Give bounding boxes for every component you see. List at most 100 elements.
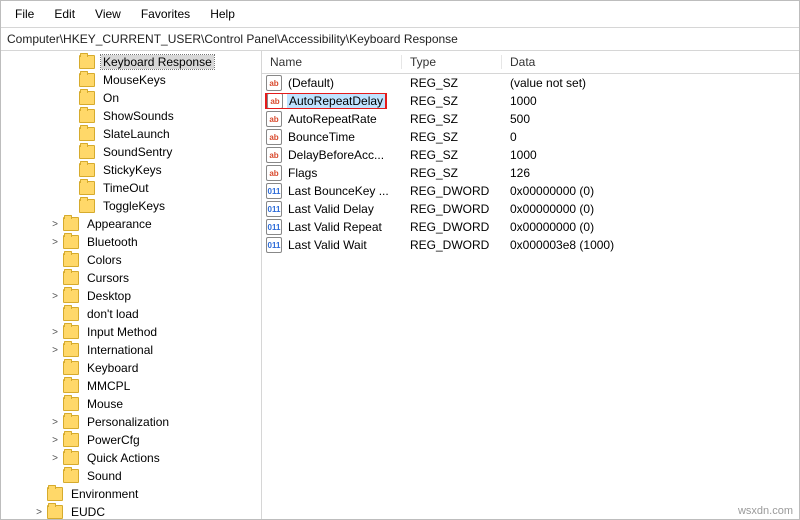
tree-node-label: PowerCfg [85, 433, 142, 447]
tree-node-label: Desktop [85, 289, 133, 303]
value-row[interactable]: abDelayBeforeAcc...REG_SZ1000 [262, 146, 799, 164]
menu-file[interactable]: File [5, 5, 44, 23]
folder-icon [63, 253, 79, 267]
folder-icon [63, 451, 79, 465]
column-header-name[interactable]: Name [262, 55, 402, 69]
menu-view[interactable]: View [85, 5, 131, 23]
cell-name: 011 Last BounceKey ... [262, 183, 402, 199]
value-data: 1000 [502, 94, 799, 108]
address-text: Computer\HKEY_CURRENT_USER\Control Panel… [7, 32, 458, 46]
cell-name: abAutoRepeatDelay [262, 93, 402, 109]
twisty-spacer: · [65, 57, 77, 68]
tree-node[interactable]: ·don't load [1, 305, 261, 323]
value-row[interactable]: abBounceTimeREG_SZ0 [262, 128, 799, 146]
cell-name: 011 Last Valid Delay [262, 201, 402, 217]
tree-node[interactable]: ·StickyKeys [1, 161, 261, 179]
value-data: 500 [502, 112, 799, 126]
name-wrap: 011 Last Valid Delay [266, 201, 376, 217]
tree-node-label: Bluetooth [85, 235, 140, 249]
folder-icon [63, 433, 79, 447]
folder-icon [47, 505, 63, 519]
expand-icon[interactable]: > [49, 345, 61, 356]
tree-node[interactable]: ·MMCPL [1, 377, 261, 395]
value-data: 1000 [502, 148, 799, 162]
tree-node[interactable]: ·Environment [1, 485, 261, 503]
value-row[interactable]: 011Last BounceKey ...REG_DWORD0x00000000… [262, 182, 799, 200]
value-row[interactable]: 011Last Valid RepeatREG_DWORD0x00000000 … [262, 218, 799, 236]
folder-icon [63, 343, 79, 357]
tree-node-label: Appearance [85, 217, 154, 231]
value-name: Last Valid Wait [286, 238, 369, 252]
menu-help[interactable]: Help [200, 5, 245, 23]
column-header-type[interactable]: Type [402, 55, 502, 69]
folder-icon [63, 271, 79, 285]
tree-node[interactable]: >Personalization [1, 413, 261, 431]
dword-value-icon: 011 [266, 201, 282, 217]
value-row[interactable]: 011Last Valid DelayREG_DWORD0x00000000 (… [262, 200, 799, 218]
value-data: 0x000003e8 (1000) [502, 238, 799, 252]
expand-icon[interactable]: > [49, 327, 61, 338]
tree-node-label: Input Method [85, 325, 159, 339]
value-name: Last Valid Delay [286, 202, 376, 216]
tree-node-label: Colors [85, 253, 124, 267]
value-row[interactable]: abFlagsREG_SZ126 [262, 164, 799, 182]
column-headers: Name Type Data [262, 51, 799, 74]
expand-icon[interactable]: > [49, 237, 61, 248]
tree-node-label: ToggleKeys [101, 199, 167, 213]
expand-icon[interactable]: > [49, 435, 61, 446]
tree-node[interactable]: > Desktop [1, 287, 261, 305]
tree-node[interactable]: > Input Method [1, 323, 261, 341]
value-row[interactable]: abAutoRepeatRateREG_SZ500 [262, 110, 799, 128]
twisty-spacer: · [49, 399, 61, 410]
tree-node[interactable]: · Cursors [1, 269, 261, 287]
value-row[interactable]: ab(Default)REG_SZ(value not set) [262, 74, 799, 92]
twisty-spacer: · [65, 183, 77, 194]
expand-icon[interactable]: > [49, 417, 61, 428]
column-header-data[interactable]: Data [502, 55, 799, 69]
tree-node[interactable]: >Quick Actions [1, 449, 261, 467]
expand-icon[interactable]: > [49, 453, 61, 464]
tree-node[interactable]: > Appearance [1, 215, 261, 233]
value-row[interactable]: 011Last Valid WaitREG_DWORD0x000003e8 (1… [262, 236, 799, 254]
tree-node-label: StickyKeys [101, 163, 164, 177]
cell-name: 011Last Valid Wait [262, 237, 402, 253]
menu-favorites[interactable]: Favorites [131, 5, 200, 23]
tree-node[interactable]: ·Mouse [1, 395, 261, 413]
value-name: AutoRepeatDelay [287, 94, 385, 108]
tree-node[interactable]: ·Keyboard [1, 359, 261, 377]
tree-node[interactable]: ·ShowSounds [1, 107, 261, 125]
tree-node[interactable]: > PowerCfg [1, 431, 261, 449]
value-row[interactable]: abAutoRepeatDelayREG_SZ1000 [262, 92, 799, 110]
tree-node[interactable]: ·On [1, 89, 261, 107]
tree-node[interactable]: ·Keyboard Response [1, 53, 261, 71]
expand-icon[interactable]: > [49, 219, 61, 230]
main-body: ·Keyboard Response·MouseKeys·On·ShowSoun… [1, 51, 799, 519]
dword-value-icon: 011 [266, 183, 282, 199]
cell-name: abBounceTime [262, 129, 402, 145]
value-rows[interactable]: ab(Default)REG_SZ(value not set)abAutoRe… [262, 74, 799, 519]
menu-edit[interactable]: Edit [44, 5, 85, 23]
tree-node[interactable]: ·Colors [1, 251, 261, 269]
tree-node[interactable]: ·Sound [1, 467, 261, 485]
cell-name: abFlags [262, 165, 402, 181]
folder-icon [79, 163, 95, 177]
tree-node[interactable]: ·SlateLaunch [1, 125, 261, 143]
tree-node[interactable]: >EUDC [1, 503, 261, 519]
tree-node[interactable]: >International [1, 341, 261, 359]
tree-node-label: MouseKeys [101, 73, 168, 87]
tree-node[interactable]: > Bluetooth [1, 233, 261, 251]
tree-pane[interactable]: ·Keyboard Response·MouseKeys·On·ShowSoun… [1, 51, 262, 519]
expand-icon[interactable]: > [49, 291, 61, 302]
value-type: REG_SZ [402, 76, 502, 90]
value-type: REG_SZ [402, 166, 502, 180]
twisty-spacer: · [49, 273, 61, 284]
value-name: Last BounceKey ... [286, 184, 391, 198]
tree-node[interactable]: ·SoundSentry [1, 143, 261, 161]
tree-node-label: SoundSentry [101, 145, 174, 159]
expand-icon[interactable]: > [33, 507, 45, 518]
tree-node-label: Cursors [85, 271, 131, 285]
tree-node[interactable]: ·ToggleKeys [1, 197, 261, 215]
tree-node[interactable]: ·TimeOut [1, 179, 261, 197]
tree-node[interactable]: ·MouseKeys [1, 71, 261, 89]
address-bar[interactable]: Computer\HKEY_CURRENT_USER\Control Panel… [1, 28, 799, 51]
